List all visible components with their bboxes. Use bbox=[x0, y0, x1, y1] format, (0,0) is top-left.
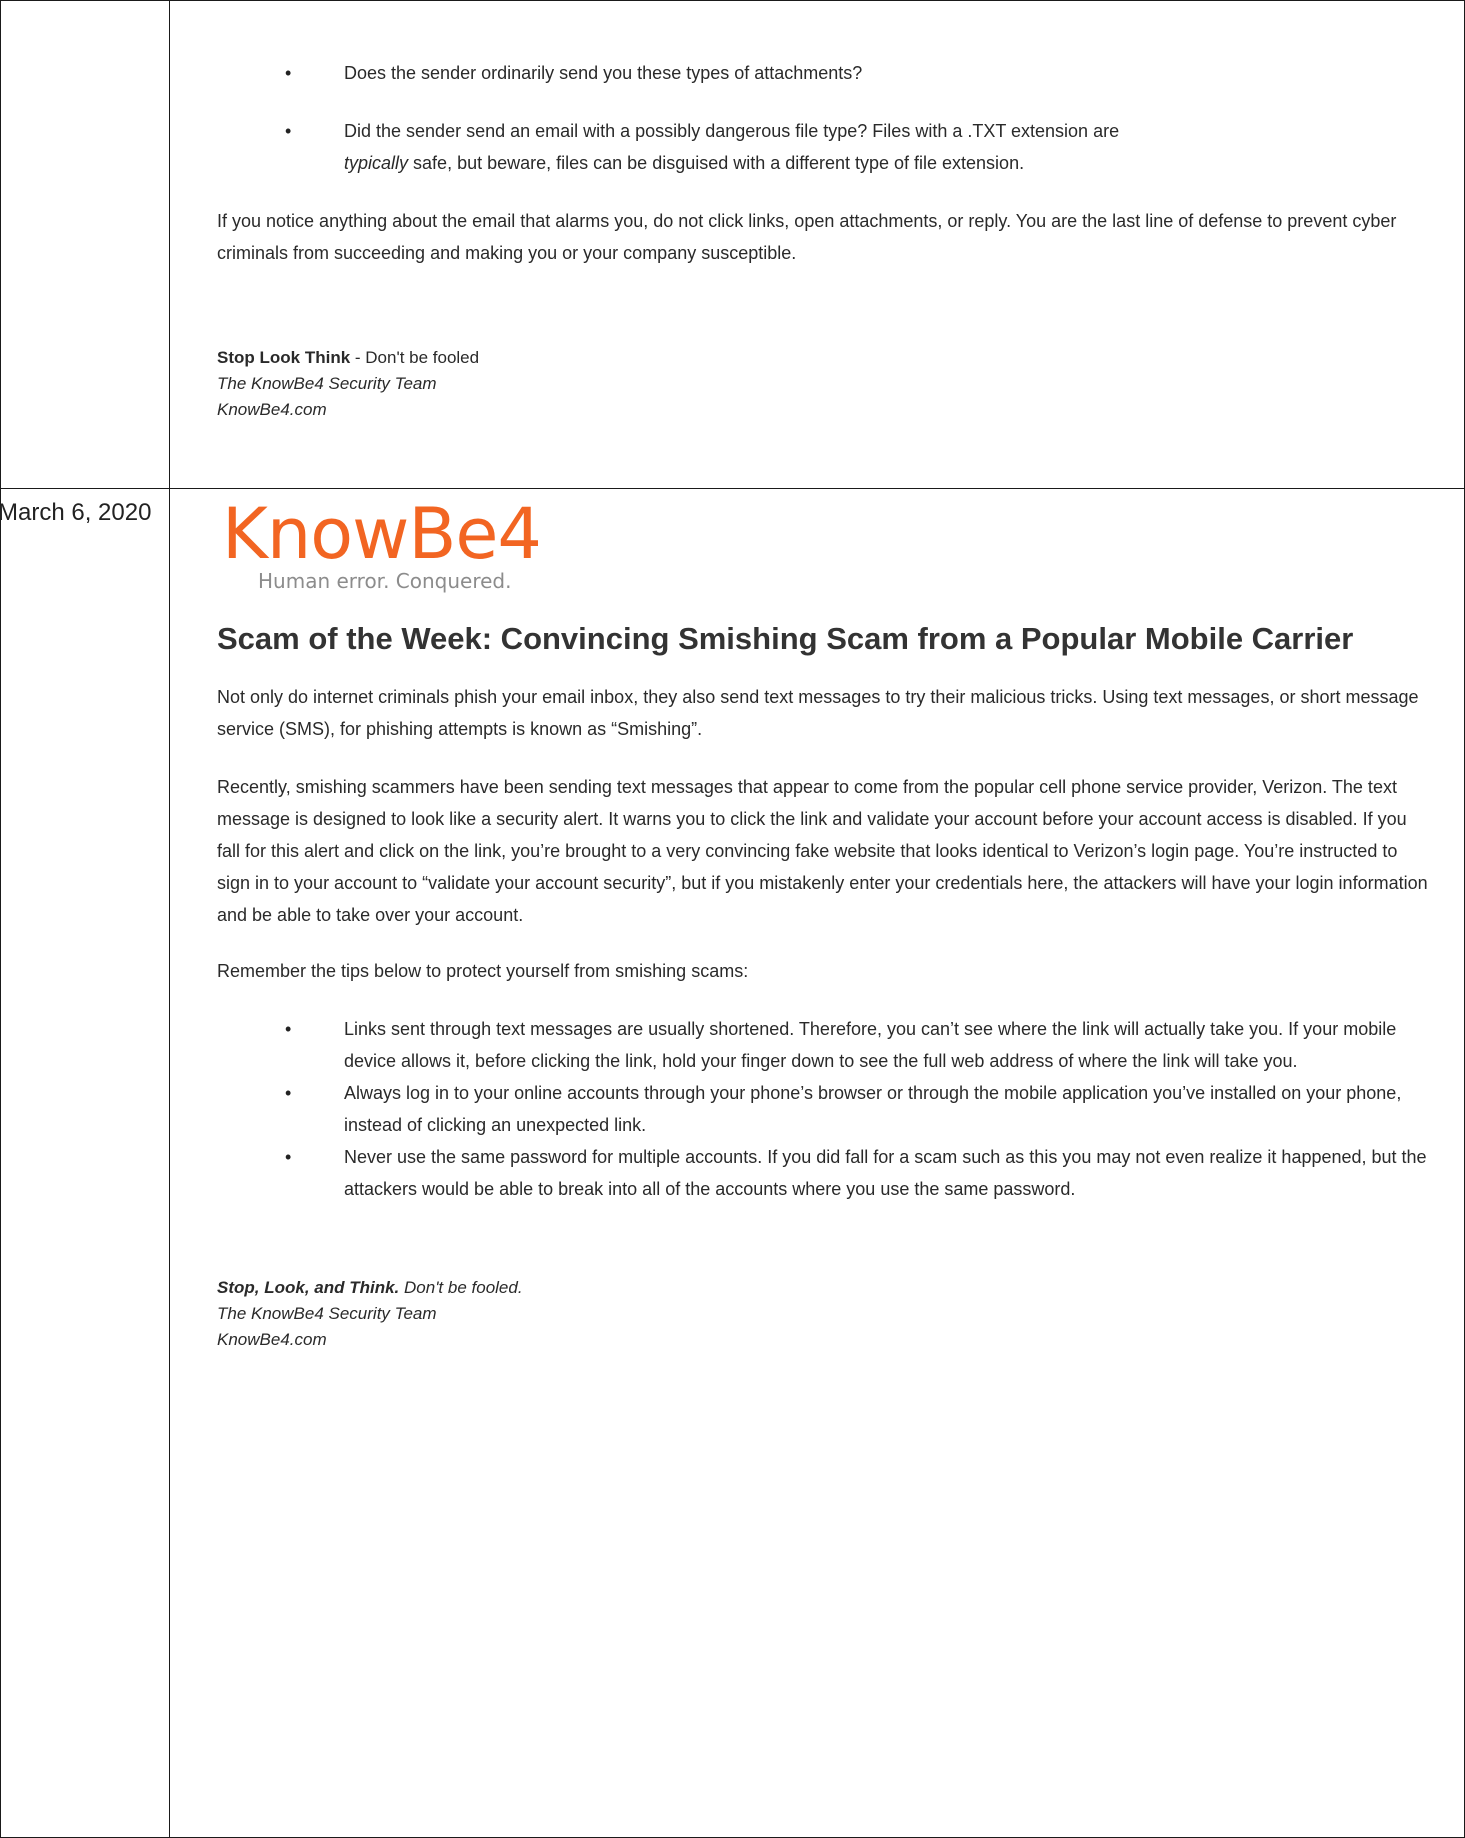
bullet-text-part: Did the sender send an email with a poss… bbox=[344, 121, 1120, 141]
list-item: • Did the sender send an email with a po… bbox=[217, 115, 1434, 179]
table-row: • Does the sender ordinarily send you th… bbox=[0, 0, 1465, 489]
sign-off-rest: - Don't be fooled bbox=[350, 348, 480, 367]
tip-text: Always log in to your online accounts th… bbox=[344, 1083, 1402, 1135]
bullet-text: Does the sender ordinarily send you thes… bbox=[344, 63, 863, 83]
tip-text: Links sent through text messages are usu… bbox=[344, 1019, 1397, 1071]
sign-off-site: KnowBe4.com bbox=[217, 1330, 327, 1349]
sign-off-team: The KnowBe4 Security Team bbox=[217, 374, 437, 393]
bullet-text-italic: typically bbox=[344, 153, 409, 173]
content-cell-top: • Does the sender ordinarily send you th… bbox=[169, 0, 1465, 489]
tips-list: • Links sent through text messages are u… bbox=[217, 1013, 1434, 1205]
newsletter-table: • Does the sender ordinarily send you th… bbox=[0, 0, 1465, 1838]
sign-off-site: KnowBe4.com bbox=[217, 400, 327, 419]
bullet-text-part: safe, but beware, files can be disguised… bbox=[413, 153, 1025, 173]
body-paragraph: If you notice anything about the email t… bbox=[217, 211, 1397, 263]
body-paragraph: Not only do internet criminals phish you… bbox=[217, 687, 1419, 739]
date-cell: March 6, 2020 bbox=[0, 488, 170, 1838]
bullet-icon: • bbox=[285, 1147, 292, 1167]
sign-off-bold: Stop Look Think bbox=[217, 348, 351, 367]
table-row: March 6, 2020 KnowBe4 Human error. Conqu… bbox=[0, 488, 1465, 1838]
bullet-icon: • bbox=[285, 1019, 292, 1039]
logo-tagline: Human error. Conquered. bbox=[258, 569, 512, 593]
list-item: • Always log in to your online accounts … bbox=[217, 1077, 1434, 1141]
tip-text: Never use the same password for multiple… bbox=[344, 1147, 1427, 1199]
sign-off-rest: Don't be fooled. bbox=[399, 1278, 523, 1297]
bullet-icon: • bbox=[285, 121, 292, 141]
sign-off-team: The KnowBe4 Security Team bbox=[217, 1304, 437, 1323]
bullet-icon: • bbox=[285, 1083, 292, 1103]
logo-wordmark: KnowBe4 bbox=[222, 493, 542, 575]
content-cell-bottom: KnowBe4 Human error. Conquered. Scam of … bbox=[169, 488, 1465, 1838]
sign-off-bold: Stop, Look, and Think. bbox=[217, 1278, 400, 1297]
bullet-icon: • bbox=[285, 63, 292, 83]
body-paragraph: Remember the tips below to protect yours… bbox=[217, 961, 749, 981]
bullet-text: Did the sender send an email with a poss… bbox=[344, 115, 1434, 179]
article-headline: Scam of the Week: Convincing Smishing Sc… bbox=[217, 621, 1354, 656]
list-item: • Links sent through text messages are u… bbox=[217, 1013, 1434, 1077]
list-item: • Does the sender ordinarily send you th… bbox=[217, 57, 1434, 89]
sign-off: Stop, Look, and Think. Don't be fooled. … bbox=[217, 1275, 1434, 1353]
sign-off-line: Stop, Look, and Think. Don't be fooled. bbox=[217, 1275, 1434, 1301]
body-paragraph: Recently, smishing scammers have been se… bbox=[217, 777, 1428, 925]
sign-off: Stop Look Think - Don't be fooled The Kn… bbox=[217, 345, 1434, 423]
sign-off-line: Stop Look Think - Don't be fooled bbox=[217, 345, 1434, 371]
list-item: • Never use the same password for multip… bbox=[217, 1141, 1434, 1205]
date-cell-empty bbox=[0, 0, 170, 489]
knowbe4-logo: KnowBe4 Human error. Conquered. bbox=[170, 489, 1434, 599]
entry-date: March 6, 2020 bbox=[0, 499, 152, 526]
